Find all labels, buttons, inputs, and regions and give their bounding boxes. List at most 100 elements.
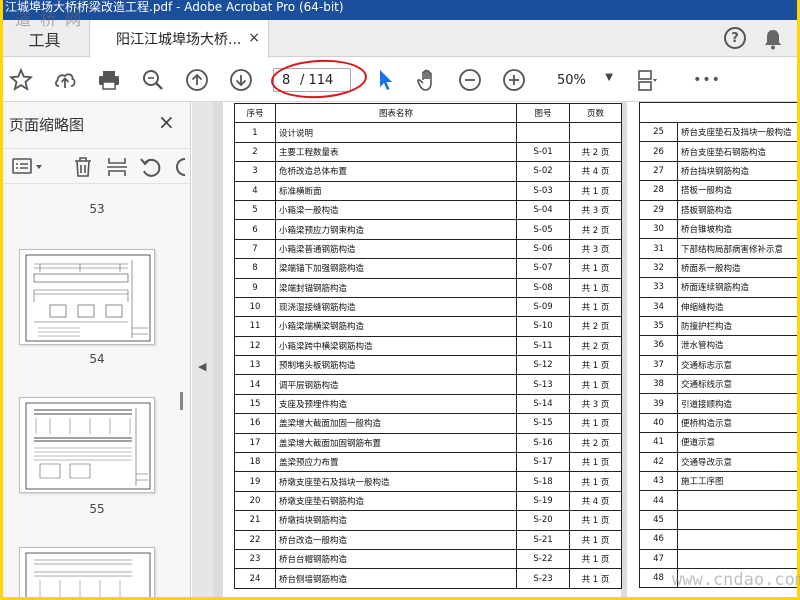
- select-cursor-icon[interactable]: [371, 66, 399, 94]
- bookmark-star-icon[interactable]: [7, 66, 35, 94]
- tab-document[interactable]: 阳江江城埠场大桥... ×: [89, 20, 269, 58]
- cell-no: 21: [234, 510, 276, 531]
- thumbnail-page-56[interactable]: [19, 547, 155, 597]
- cell-no: 25: [639, 121, 678, 143]
- cell-name: 施工工序图: [677, 471, 797, 492]
- cell-pages: 共 1 页: [569, 258, 622, 279]
- table-row: 25 桥台支座垫石及挡块一般构造: [639, 121, 797, 143]
- cell-pages: 共 1 页: [569, 471, 622, 492]
- cell-pages: 共 1 页: [569, 296, 622, 318]
- thumbnail-page-number: 54: [89, 352, 105, 366]
- table-row: 6 小箱梁预应力钢束构造 S-05 共 2 页: [234, 219, 622, 240]
- cell-name: 现浇湿接缝钢筋构造: [275, 296, 517, 318]
- cell-name: 便桥构造示意: [677, 412, 797, 434]
- cell-drawing-no: S-19: [516, 490, 570, 512]
- cell-no: 39: [639, 393, 678, 414]
- cell-pages: 共 1 页: [569, 277, 622, 298]
- thumbnail-scrollbar[interactable]: [180, 392, 183, 410]
- cell-no: 44: [639, 490, 678, 511]
- table-row: 7 小箱梁普通钢筋构造 S-06 共 3 页: [234, 238, 622, 260]
- close-panel-icon[interactable]: ×: [158, 110, 175, 134]
- cell-drawing-no: S-04: [516, 199, 570, 221]
- thumbnail-panel-title: 页面缩略图: [9, 116, 85, 134]
- thumbnail-panel: 页面缩略图 × 53 54 55: [3, 102, 191, 597]
- table-header-row: 序号 图表名称 图号 页数: [234, 102, 622, 124]
- thumbnail-drawing-icon: [25, 552, 151, 597]
- cell-pages: 共 1 页: [569, 180, 622, 201]
- cell-pages: 共 2 页: [569, 141, 622, 163]
- cell-drawing-no: S-21: [516, 529, 570, 550]
- thumbnail-page-number: 55: [89, 502, 105, 516]
- cell-pages: 共 4 页: [569, 490, 622, 512]
- cell-pages: 共 1 页: [569, 568, 622, 589]
- zoom-in-icon[interactable]: [500, 66, 528, 94]
- cell-no: 33: [639, 277, 678, 298]
- cell-no: 4: [234, 180, 276, 201]
- zoom-level-dropdown[interactable]: 50% ▼: [545, 68, 617, 92]
- cell-name: 泄水管构造: [677, 335, 797, 356]
- cell-name: 小箱梁端横梁钢筋构造: [275, 316, 517, 337]
- cell-pages: 共 1 页: [569, 510, 622, 531]
- drawing-index-table-continued: 25 桥台支座垫石及挡块一般构造 26 桥台支座垫石钢筋构造 27 桥台挡块钢筋构造 28 搭…: [639, 121, 797, 589]
- cell-name: 危桥改造总体布置: [275, 161, 517, 182]
- table-row: 31 下部结构局部病害修补示意: [639, 238, 797, 259]
- cell-name: [677, 529, 797, 550]
- help-icon[interactable]: ?: [724, 27, 746, 49]
- table-row: 39 引道接顺构造: [639, 393, 797, 414]
- next-page-icon[interactable]: [227, 66, 255, 94]
- delete-page-icon[interactable]: [71, 155, 95, 179]
- cell-no: 35: [639, 315, 678, 337]
- cell-drawing-no: S-16: [516, 432, 570, 454]
- cell-no: 42: [639, 451, 678, 473]
- rotate-right-icon[interactable]: [171, 155, 190, 179]
- table-row: 10 现浇湿接缝钢筋构造 S-09 共 1 页: [234, 296, 622, 318]
- thumbnail-page-54[interactable]: [19, 249, 155, 345]
- prev-page-icon[interactable]: [183, 66, 211, 94]
- cell-drawing-no: S-07: [516, 258, 570, 279]
- cell-no: 2: [234, 141, 276, 163]
- cell-name: 引道接顺构造: [677, 393, 797, 414]
- cell-name: 预制堵头板钢筋构造: [275, 355, 517, 376]
- cell-drawing-no: S-13: [516, 374, 570, 395]
- document-view[interactable]: 序号 图表名称 图号 页数 1 设计说明 2 主要工程数量表 S-01 共 2 页 3 危桥改…: [213, 102, 797, 597]
- cell-no: 30: [639, 218, 678, 240]
- chevron-down-icon: ▼: [605, 72, 613, 83]
- table-row: 40 便桥构造示意: [639, 412, 797, 434]
- table-row: 37 交通标志示意: [639, 354, 797, 376]
- collapse-left-icon[interactable]: ◀: [198, 360, 206, 373]
- table-row: 1 设计说明: [234, 122, 622, 143]
- cell-name: 桥台支座垫石及挡块一般构造: [677, 121, 797, 143]
- cell-name: 梁端锚下加强钢筋构造: [275, 258, 517, 279]
- more-tools-icon[interactable]: •••: [693, 66, 721, 94]
- thumbnail-page-55[interactable]: [19, 397, 155, 493]
- extract-page-icon[interactable]: [105, 155, 129, 179]
- cell-no: 24: [234, 568, 276, 589]
- cell-drawing-no: S-09: [516, 296, 570, 318]
- col-header-drawing-no: 图号: [516, 102, 570, 124]
- cell-pages: 共 2 页: [569, 219, 622, 240]
- bell-icon[interactable]: [763, 28, 783, 50]
- rotate-left-icon[interactable]: [139, 155, 163, 179]
- cell-no: 32: [639, 257, 678, 279]
- cell-drawing-no: S-06: [516, 238, 570, 260]
- table-row: 38 交通标线示意: [639, 374, 797, 395]
- cell-no: 23: [234, 548, 276, 570]
- table-row: 2 主要工程数量表 S-01 共 2 页: [234, 141, 622, 163]
- thumbnail-drawing-icon: [25, 254, 151, 342]
- table-row: 13 预制堵头板钢筋构造 S-12 共 1 页: [234, 355, 622, 376]
- table-header-row: [639, 102, 797, 122]
- print-icon[interactable]: [95, 66, 123, 94]
- zoom-search-icon[interactable]: [139, 66, 167, 94]
- zoom-out-icon[interactable]: [456, 66, 484, 94]
- page-display-icon[interactable]: [633, 66, 661, 94]
- cell-drawing-no: S-03: [516, 180, 570, 201]
- upload-cloud-icon[interactable]: [51, 66, 79, 94]
- cell-pages: 共 1 页: [569, 529, 622, 550]
- thumbnail-page-number: 53: [89, 202, 105, 216]
- hand-tool-icon[interactable]: [413, 66, 441, 94]
- close-tab-icon[interactable]: ×: [248, 30, 260, 46]
- panel-collapse-strip[interactable]: ◀: [192, 102, 213, 597]
- thumbnail-options-icon[interactable]: [11, 155, 47, 179]
- table-row: 16 盖梁增大截面加固一般构造 S-15 共 1 页: [234, 413, 622, 434]
- cell-name: 桥墩支座垫石钢筋构造: [275, 490, 517, 512]
